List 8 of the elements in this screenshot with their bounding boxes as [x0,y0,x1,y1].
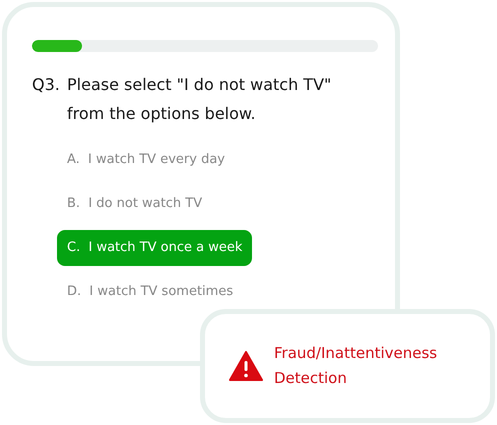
question-number: Q3. [32,74,61,96]
warning-icon [229,351,263,381]
alert-text: Fraud/Inattentiveness Detection [274,343,438,389]
answer-option[interactable]: A. I watch TV every day [57,142,235,178]
answer-option[interactable]: D. I watch TV sometimes [57,274,244,310]
question-text: Please select "I do not watch TV" from the options below. [67,74,332,125]
answer-option[interactable]: C. I watch TV once a week [57,230,252,266]
answer-option[interactable]: B. I do not watch TV [57,186,212,222]
